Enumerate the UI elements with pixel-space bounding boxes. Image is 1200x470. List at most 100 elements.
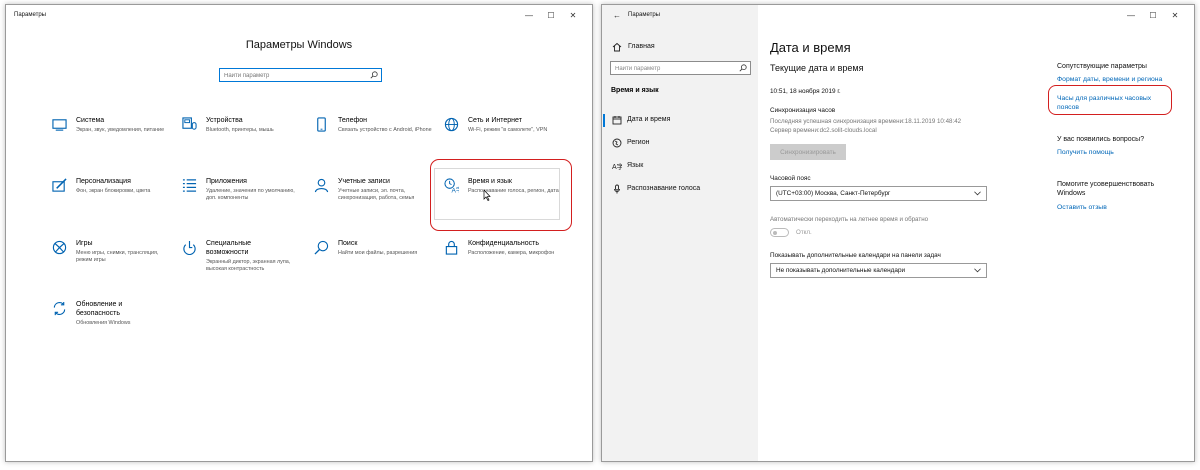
xbox-icon (52, 240, 67, 255)
phone-icon (317, 117, 326, 132)
sidebar-item-label: Распознавание голоса (627, 185, 701, 192)
apps-icon (182, 179, 197, 192)
tile-apps[interactable]: Приложения Удаление, значения по умолчан… (182, 177, 306, 227)
tile-name: Устройства (206, 117, 243, 124)
tile-desc: Обновления Windows (76, 320, 131, 326)
tile-desc: Меню игры, снимки, трансляция, режим игр… (76, 250, 159, 263)
date-time-window: ← Параметры Главная Время и язык (601, 4, 1195, 462)
chevron-down-icon (974, 268, 981, 273)
tile-desc: Удаление, значения по умолчанию, доп. ко… (206, 188, 295, 201)
maximize-button[interactable]: ☐ (540, 10, 562, 22)
current-time: 10:51, 18 ноября 2019 г. (770, 88, 841, 95)
sidebar-item-language[interactable]: A字 Язык (602, 158, 758, 176)
region-icon (612, 138, 622, 148)
search-icon (314, 240, 329, 255)
search-box[interactable] (610, 61, 751, 75)
section-title: Текущие дата и время (770, 63, 864, 73)
home-icon (612, 42, 622, 52)
tile-name: Сеть и Интернет (468, 117, 522, 124)
tile-desc: Wi-Fi, режим "в самолете", VPN (468, 127, 548, 133)
active-indicator (603, 114, 605, 127)
time-language-icon: A字 (444, 178, 459, 193)
tile-desc: Экран, звук, уведомления, питание (76, 127, 165, 133)
tile-devices[interactable]: Устройства Bluetooth, принтеры, мышь (182, 116, 306, 166)
update-icon (53, 301, 66, 316)
svg-text:A字: A字 (612, 162, 622, 171)
sidebar-item-label: Дата и время (627, 116, 671, 123)
search-icon[interactable] (370, 71, 378, 79)
highlight-annotation (1048, 85, 1172, 115)
tile-desc: Связать устройство с Android, iPhone (338, 127, 432, 133)
search-input[interactable] (224, 71, 364, 80)
page-title: Параметры Windows (245, 39, 353, 51)
calendar-select[interactable]: Не показывать дополнительные календари (770, 263, 987, 278)
sync-last: Последняя успешная синхронизация времени… (770, 118, 962, 125)
calendar-icon (612, 116, 622, 125)
search-input[interactable] (615, 64, 730, 73)
dst-state: Откл. (796, 229, 812, 236)
settings-home-window: Параметры — ☐ ✕ Параметры Windows Систем… (5, 4, 593, 462)
tile-personalization[interactable]: Персонализация Фон, экран блокировки, цв… (52, 177, 176, 227)
tile-phone[interactable]: Телефон Связать устройство с Android, iP… (314, 116, 438, 166)
minimize-button[interactable]: — (518, 10, 540, 22)
person-icon (314, 178, 329, 193)
sync-button[interactable]: Синхронизировать (770, 144, 846, 160)
tile-accounts[interactable]: Учетные записи Учетные записи, эл. почта… (314, 177, 438, 227)
page-title: Дата и время (770, 40, 851, 55)
accessibility-icon (183, 240, 196, 255)
tile-desc: Расположение, камера, микрофон (468, 250, 555, 256)
globe-icon (444, 117, 459, 132)
close-button[interactable]: ✕ (562, 10, 584, 22)
tile-gaming[interactable]: Игры Меню игры, снимки, трансляция, режи… (52, 239, 176, 289)
dst-toggle[interactable] (770, 228, 789, 237)
tile-name: Телефон (338, 117, 368, 124)
tile-time-language[interactable]: A字 Время и язык Распознавание голоса, ре… (444, 177, 568, 227)
sidebar-home-label: Главная (628, 43, 655, 50)
sidebar-item-home[interactable]: Главная (612, 42, 752, 54)
tile-name: Игры (76, 240, 93, 247)
tile-name: Конфиденциальность (468, 240, 540, 247)
window-title: Параметры (628, 12, 660, 18)
tile-name: Специальные возможности (206, 240, 252, 256)
tile-name: Учетные записи (338, 178, 390, 185)
format-link[interactable]: Формат даты, времени и региона (1057, 75, 1162, 84)
tile-accessibility[interactable]: Специальные возможности Экранный диктор,… (182, 239, 306, 289)
language-icon: A字 (612, 162, 622, 171)
improve-heading: Помогите усовершенствовать Windows (1057, 181, 1155, 197)
tile-network[interactable]: Сеть и Интернет Wi-Fi, режим "в самолете… (444, 116, 568, 166)
related-heading: Сопутствующие параметры (1057, 63, 1147, 70)
related-panel: Сопутствующие параметры Формат даты, вре… (1048, 5, 1187, 461)
dst-label: Автоматически переходить на летнее время… (770, 216, 929, 223)
devices-icon (182, 117, 197, 130)
tile-privacy[interactable]: Конфиденциальность Расположение, камера,… (444, 239, 568, 289)
tile-name: Персонализация (76, 178, 131, 185)
title-bar[interactable]: Параметры — ☐ ✕ (6, 5, 592, 27)
microphone-icon (614, 184, 620, 194)
tile-desc: Экранный диктор, экранная лупа, высокая … (206, 259, 291, 272)
timezone-value: (UTC+03:00) Москва, Санкт-Петербург (776, 190, 891, 197)
sidebar-section-title: Время и язык (611, 87, 659, 94)
feedback-link[interactable]: Оставить отзыв (1057, 203, 1107, 212)
tile-system[interactable]: Система Экран, звук, уведомления, питани… (52, 116, 176, 166)
tile-desc: Bluetooth, принтеры, мышь (206, 127, 274, 133)
back-button[interactable]: ← (613, 11, 621, 20)
timezone-select[interactable]: (UTC+03:00) Москва, Санкт-Петербург (770, 186, 987, 201)
sidebar-item-speech[interactable]: Распознавание голоса (602, 181, 758, 199)
cursor-icon (483, 190, 491, 201)
search-box[interactable] (219, 68, 382, 82)
toggle-knob (773, 230, 777, 235)
monitor-icon (52, 119, 67, 131)
sidebar-item-region[interactable]: Регион (602, 135, 758, 153)
search-icon[interactable] (739, 64, 747, 72)
sidebar-item-date-time[interactable]: Дата и время (602, 112, 758, 130)
tile-desc: Фон, экран блокировки, цвета (76, 188, 151, 194)
tile-search[interactable]: Поиск Найти мои файлы, разрешения (314, 239, 438, 289)
calendar-value: Не показывать дополнительные календари (776, 267, 906, 274)
tile-update-security[interactable]: Обновление и безопасность Обновления Win… (52, 300, 176, 350)
help-link[interactable]: Получить помощь (1057, 148, 1114, 157)
sync-label: Синхронизация часов (770, 107, 836, 114)
tile-name: Поиск (338, 240, 358, 247)
sidebar: ← Параметры Главная Время и язык (602, 5, 758, 461)
timezone-label: Часовой пояс (770, 175, 811, 182)
chevron-down-icon (974, 191, 981, 196)
